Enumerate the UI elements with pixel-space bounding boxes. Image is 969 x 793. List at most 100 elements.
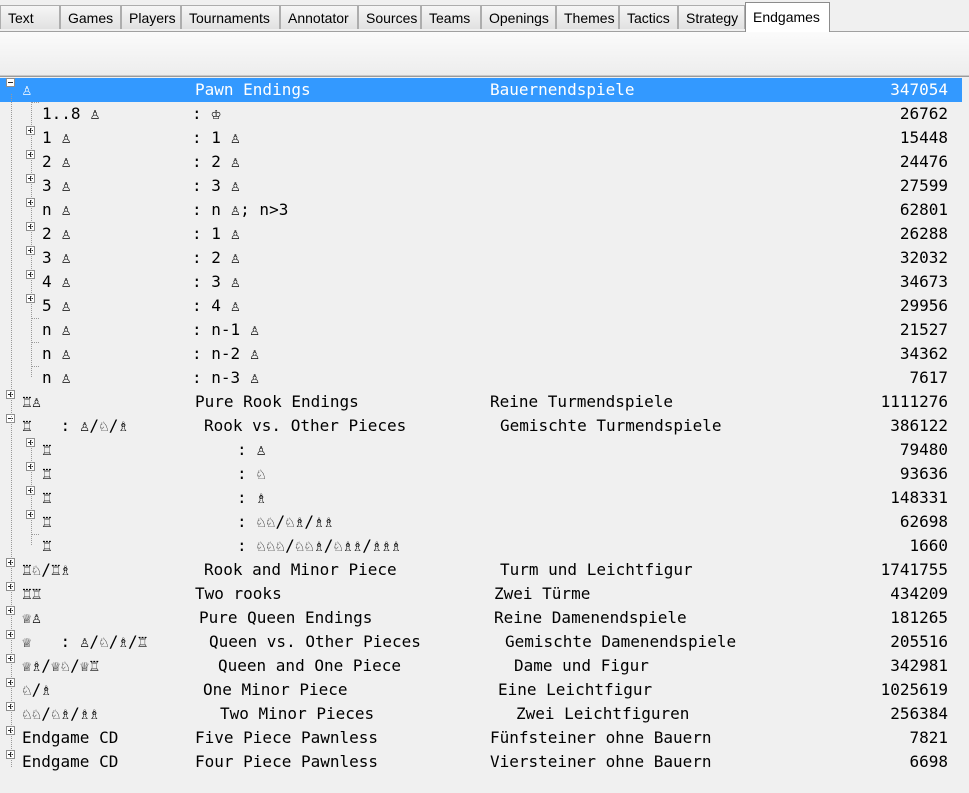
tree-row[interactable]: 1..8 ♙: ♔ 26762 (0, 102, 962, 126)
row-label: n ♙ (42, 320, 71, 339)
row-english: : ♙ (237, 440, 266, 459)
tab-endgames[interactable]: Endgames (745, 2, 830, 32)
tree-row[interactable]: ♖♙ Pure Rook Endings Reine Turmendspiele 11… (0, 390, 962, 414)
row-label: ♕ : ♙/♘/♗/♖ (22, 632, 148, 651)
row-english: Pure Rook Endings (195, 392, 359, 411)
row-english: : n-1 ♙ (192, 320, 260, 339)
tree-row[interactable]: 3 ♙: 2 ♙ 32032 (0, 246, 962, 270)
row-count: 93636 (899, 464, 948, 483)
tree-row[interactable]: 3 ♙: 3 ♙ 27599 (0, 174, 962, 198)
row-count: 24476 (899, 152, 948, 171)
tree-row[interactable]: 2 ♙ : 1 ♙ 26288 (0, 222, 962, 246)
row-count: 386122 (890, 416, 948, 435)
row-german: Gemischte Turmendspiele (500, 416, 722, 435)
tree-row[interactable]: Endgame CD Four Piece Pawnless Viersteiner… (0, 750, 962, 774)
tree-row[interactable]: ♖: ♘♘/♘♗/♗♗ 62698 (0, 510, 962, 534)
row-label: ♙ (22, 80, 32, 99)
row-label: 2 ♙ (42, 224, 71, 243)
row-label: ♘/♗ (22, 680, 51, 699)
tree-row[interactable]: ♕♙ Pure Queen Endings Reine Damenendspiele… (0, 606, 962, 630)
row-english: : 1 ♙ (192, 224, 241, 243)
row-label: 3 ♙ (42, 248, 71, 267)
row-english: Queen vs. Other Pieces (209, 632, 421, 651)
row-german: Fünfsteiner ohne Bauern (490, 728, 712, 747)
row-english: : n-2 ♙ (192, 344, 260, 363)
row-count: 26288 (899, 224, 948, 243)
tab-sources[interactable]: Sources (358, 5, 421, 29)
tab-tactics[interactable]: Tactics (619, 5, 678, 29)
row-count: 1660 (909, 536, 948, 555)
scrollbar[interactable] (962, 77, 969, 793)
row-count: 26762 (899, 104, 948, 123)
row-count: 347054 (890, 80, 948, 99)
row-count: 6698 (909, 752, 948, 771)
row-english: Rook vs. Other Pieces (204, 416, 407, 435)
tree-row[interactable]: ♙ Pawn Endings Bauernendspiele 347054 (0, 78, 962, 102)
tree-row[interactable]: 2 ♙: 2 ♙ 24476 (0, 150, 962, 174)
row-english: : ♗ (237, 488, 266, 507)
tab-players[interactable]: Players (121, 5, 181, 29)
row-english: : 2 ♙ (192, 152, 241, 171)
tree-row[interactable]: ♖ : ♙/♘/♗ Rook vs. Other Pieces Gemischte … (0, 414, 962, 438)
row-english: : n-3 ♙ (192, 368, 260, 387)
tab-games[interactable]: Games (60, 5, 121, 29)
tree-row[interactable]: ♖♖ Two rooks Zwei Türme 434209 (0, 582, 962, 606)
tab-tournaments[interactable]: Tournaments (181, 5, 280, 29)
tab-annotator[interactable]: Annotator (280, 5, 358, 29)
tab-text[interactable]: Text (0, 5, 60, 29)
row-count: 205516 (890, 632, 948, 651)
row-english: : ♘♘♘/♘♘♗/♘♗♗/♗♗♗ (237, 536, 401, 555)
tree-row[interactable]: n ♙: n-2 ♙ 34362 (0, 342, 962, 366)
toolbar (0, 32, 969, 76)
row-label: ♕♙ (22, 608, 42, 627)
row-label: ♕♗/♕♘/♕♖ (22, 656, 100, 675)
endgame-tree[interactable]: ♙ Pawn Endings Bauernendspiele 347054 1..8 ♙… (0, 76, 969, 793)
tree-row[interactable]: ♖: ♗ 148331 (0, 486, 962, 510)
row-english: Two rooks (195, 584, 282, 603)
row-english: : ♔ (192, 104, 221, 123)
row-english: : 3 ♙ (192, 272, 241, 291)
row-label: 5 ♙ (42, 296, 71, 315)
tree-row[interactable]: n ♙: n-3 ♙ 7617 (0, 366, 962, 390)
row-german: Dame und Figur (514, 656, 649, 675)
row-label: 1 ♙ (42, 128, 71, 147)
row-count: 27599 (899, 176, 948, 195)
tab-teams[interactable]: Teams (421, 5, 481, 29)
row-german: Eine Leichtfigur (498, 680, 653, 699)
tree-row[interactable]: ♘/♗ One Minor Piece Eine Leichtfigur 102561… (0, 678, 962, 702)
tab-openings[interactable]: Openings (481, 5, 556, 29)
row-label: ♖♖ (22, 584, 42, 603)
row-label: Endgame CD (22, 728, 119, 747)
row-german: Zwei Leichtfiguren (516, 704, 690, 723)
tree-row[interactable]: ♕♗/♕♘/♕♖ Queen and One Piece Dame und Figu… (0, 654, 962, 678)
row-label: ♖ (42, 488, 52, 507)
row-label: n ♙ (42, 368, 71, 387)
tree-row[interactable]: ♖♘/♖♗ Rook and Minor Piece Turm und Leicht… (0, 558, 962, 582)
row-english: One Minor Piece (203, 680, 348, 699)
tree-row[interactable]: Endgame CD Five Piece Pawnless Fünfsteiner… (0, 726, 962, 750)
row-count: 434209 (890, 584, 948, 603)
tree-row[interactable]: 1 ♙: 1 ♙ 15448 (0, 126, 962, 150)
tree-row[interactable]: 5 ♙: 4 ♙ 29956 (0, 294, 962, 318)
tree-row[interactable]: n ♙: n-1 ♙ 21527 (0, 318, 962, 342)
row-label: ♖ (42, 464, 52, 483)
tree-row[interactable]: ♖: ♙ 79480 (0, 438, 962, 462)
tree-row[interactable]: ♘♘/♘♗/♗♗ Two Minor Pieces Zwei Leichtfigur… (0, 702, 962, 726)
row-count: 34362 (899, 344, 948, 363)
row-english: Pure Queen Endings (199, 608, 373, 627)
tree-row[interactable]: ♖: ♘♘♘/♘♘♗/♘♗♗/♗♗♗ 1660 (0, 534, 962, 558)
tree-row[interactable]: 4 ♙: 3 ♙ 34673 (0, 270, 962, 294)
row-count: 62801 (899, 200, 948, 219)
tree-row[interactable]: ♕ : ♙/♘/♗/♖ Queen vs. Other Pieces Gemisch… (0, 630, 962, 654)
row-german: Gemischte Damenendspiele (505, 632, 737, 651)
tab-strategy[interactable]: Strategy (678, 5, 745, 29)
tree-row[interactable]: ♖: ♘ 93636 (0, 462, 962, 486)
tab-themes[interactable]: Themes (556, 5, 619, 29)
row-count: 342981 (890, 656, 948, 675)
row-count: 15448 (899, 128, 948, 147)
row-german: Reine Damenendspiele (494, 608, 687, 627)
collapse-icon[interactable] (6, 78, 15, 87)
row-count: 29956 (899, 296, 948, 315)
row-count: 62698 (899, 512, 948, 531)
tree-row[interactable]: n ♙: n ♙; n>3 62801 (0, 198, 962, 222)
